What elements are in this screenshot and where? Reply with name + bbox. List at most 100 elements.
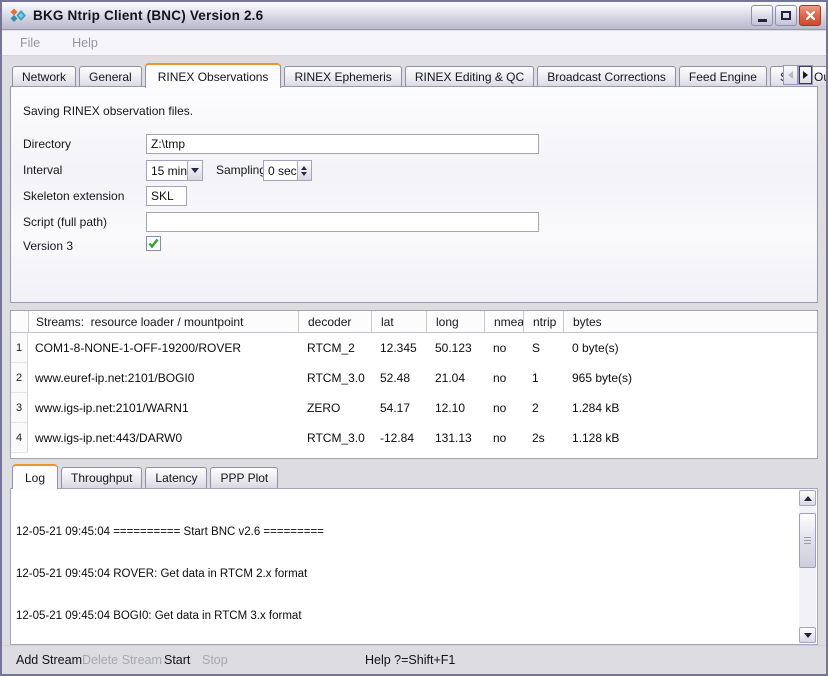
tab-throughput[interactable]: Throughput (61, 467, 142, 488)
cell-mountpoint: COM1-8-NONE-1-OFF-19200/ROVER (28, 333, 298, 363)
tab-broadcast-corrections[interactable]: Broadcast Corrections (537, 66, 676, 87)
header-decoder: decoder (298, 311, 371, 332)
tab-general[interactable]: General (79, 66, 142, 87)
cell-ntrip: 2 (523, 393, 563, 423)
cell-bytes: 1.284 kB (563, 393, 817, 423)
tab-scroll-buttons (783, 65, 813, 85)
script-path-label: Script (full path) (23, 215, 107, 229)
interval-label: Interval (23, 163, 62, 177)
skeleton-extension-label: Skeleton extension (23, 189, 124, 203)
tab-network[interactable]: Network (12, 66, 76, 87)
cell-long: 131.13 (426, 423, 484, 453)
cell-bytes: 1.128 kB (563, 423, 817, 453)
close-icon (805, 10, 816, 21)
table-row[interactable]: 3 www.igs-ip.net:2101/WARN1 ZERO 54.17 1… (11, 393, 817, 423)
tab-rinex-ephemeris[interactable]: RINEX Ephemeris (284, 66, 401, 87)
stop-button[interactable]: Stop (202, 653, 228, 667)
cell-ntrip: 2s (523, 423, 563, 453)
cell-decoder: RTCM_3.0 (298, 363, 371, 393)
log-panel[interactable]: 12-05-21 09:45:04 ========== Start BNC v… (10, 488, 818, 645)
tab-scroll-left-icon (788, 71, 793, 79)
row-number: 3 (11, 393, 28, 423)
version3-checkbox[interactable] (146, 236, 161, 251)
tab-rinex-observations[interactable]: RINEX Observations (145, 63, 282, 88)
row-number: 2 (11, 363, 28, 393)
row-number: 1 (11, 333, 28, 363)
scrollbar-down-icon (804, 633, 812, 638)
tab-latency[interactable]: Latency (145, 467, 207, 488)
cell-lat: -12.84 (371, 423, 426, 453)
cell-lat: 54.17 (371, 393, 426, 423)
log-line: 12-05-21 09:45:04 ROVER: Get data in RTC… (16, 567, 795, 581)
sampling-value: 0 sec (264, 164, 297, 178)
menu-bar: File Help (2, 31, 826, 56)
maximize-icon (781, 11, 791, 20)
table-row[interactable]: 1 COM1-8-NONE-1-OFF-19200/ROVER RTCM_2 1… (11, 333, 817, 363)
start-button[interactable]: Start (164, 653, 190, 667)
sampling-spin-buttons[interactable] (297, 161, 311, 180)
cell-lat: 52.48 (371, 363, 426, 393)
scrollbar-thumb[interactable] (799, 513, 816, 568)
cell-long: 12.10 (426, 393, 484, 423)
maximize-button[interactable] (775, 5, 797, 26)
tab-log[interactable]: Log (12, 464, 58, 489)
add-stream-button[interactable]: Add Stream (16, 653, 82, 667)
directory-input[interactable] (146, 134, 539, 154)
tab-feed-engine[interactable]: Feed Engine (679, 66, 767, 87)
table-row[interactable]: 2 www.euref-ip.net:2101/BOGI0 RTCM_3.0 5… (11, 363, 817, 393)
header-rownum (11, 311, 28, 332)
scrollbar-up-button[interactable] (799, 490, 816, 506)
cell-lat: 12.345 (371, 333, 426, 363)
log-line: 12-05-21 09:45:04 ========== Start BNC v… (16, 525, 795, 539)
cell-long: 21.04 (426, 363, 484, 393)
tab-scroll-right-button[interactable] (798, 65, 813, 85)
cell-mountpoint: www.euref-ip.net:2101/BOGI0 (28, 363, 298, 393)
skeleton-extension-input[interactable] (146, 186, 187, 206)
tab-rinex-editing-qc[interactable]: RINEX Editing & QC (405, 66, 534, 87)
cell-mountpoint: www.igs-ip.net:443/DARW0 (28, 423, 298, 453)
header-bytes: bytes (563, 311, 817, 332)
cell-nmea: no (484, 363, 523, 393)
bottom-tab-bar: Log Throughput Latency PPP Plot (12, 464, 278, 488)
spin-down-icon (301, 172, 307, 176)
version3-label: Version 3 (23, 239, 73, 253)
interval-value: 15 min (147, 164, 187, 178)
header-streams: Streams: resource loader / mountpoint (28, 311, 298, 332)
delete-stream-button[interactable]: Delete Stream (82, 653, 162, 667)
close-button[interactable] (799, 5, 821, 26)
sampling-label: Sampling (216, 163, 266, 177)
menu-help[interactable]: Help (68, 34, 102, 52)
cell-decoder: ZERO (298, 393, 371, 423)
scrollbar-down-button[interactable] (799, 627, 816, 643)
bnc-window: BKG Ntrip Client (BNC) Version 2.6 File … (0, 0, 828, 676)
tab-ppp-plot[interactable]: PPP Plot (210, 467, 278, 488)
panel-description: Saving RINEX observation files. (23, 104, 193, 118)
menu-file[interactable]: File (16, 34, 44, 52)
tab-scroll-right-icon (803, 71, 808, 79)
cell-ntrip: 1 (523, 363, 563, 393)
rinex-observations-panel: Saving RINEX observation files. Director… (10, 86, 818, 303)
header-ntrip: ntrip (523, 311, 563, 332)
minimize-button[interactable] (751, 5, 773, 26)
cell-decoder: RTCM_2 (298, 333, 371, 363)
checkmark-icon (148, 238, 159, 249)
main-tab-bar: Network General RINEX Observations RINEX… (12, 62, 828, 87)
directory-label: Directory (23, 137, 71, 151)
streams-table-header: Streams: resource loader / mountpoint de… (11, 311, 817, 333)
title-bar: BKG Ntrip Client (BNC) Version 2.6 (2, 2, 826, 30)
table-row[interactable]: 4 www.igs-ip.net:443/DARW0 RTCM_3.0 -12.… (11, 423, 817, 453)
streams-table: Streams: resource loader / mountpoint de… (10, 310, 818, 459)
interval-select[interactable]: 15 min (146, 160, 203, 181)
row-number: 4 (11, 423, 28, 453)
cell-mountpoint: www.igs-ip.net:2101/WARN1 (28, 393, 298, 423)
tab-scroll-left-button[interactable] (783, 65, 798, 85)
scrollbar-up-icon (804, 496, 812, 501)
help-shortcut-label: Help ?=Shift+F1 (365, 653, 455, 667)
bnc-logo-icon (9, 7, 27, 25)
sampling-stepper[interactable]: 0 sec (263, 160, 312, 181)
interval-dropdown-button[interactable] (187, 161, 202, 180)
cell-nmea: no (484, 423, 523, 453)
log-scrollbar[interactable] (799, 490, 816, 643)
cell-long: 50.123 (426, 333, 484, 363)
script-path-input[interactable] (146, 212, 539, 232)
